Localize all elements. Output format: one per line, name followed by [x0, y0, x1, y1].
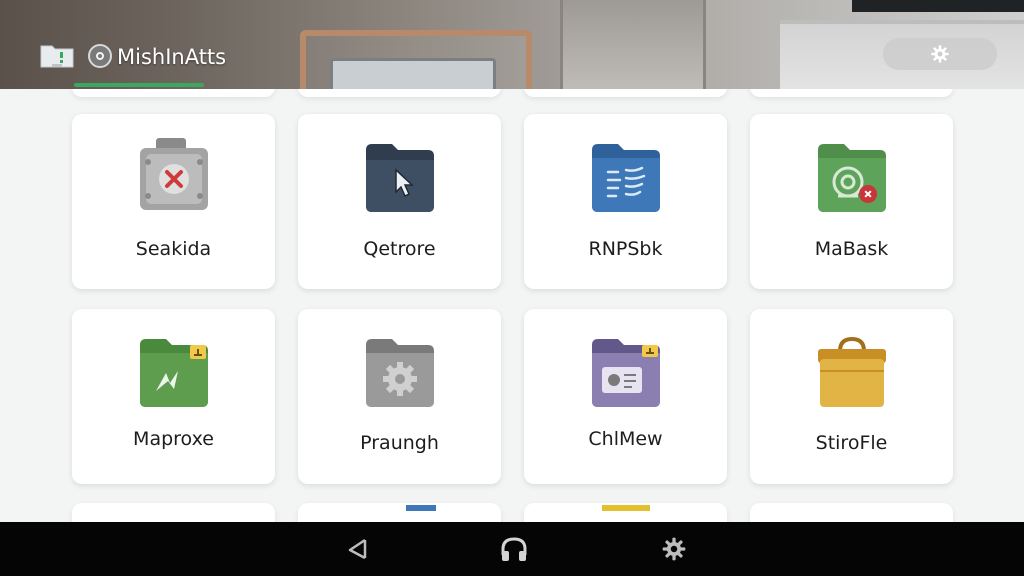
tile-label: ChlMew [588, 428, 663, 450]
headphones-home-icon [501, 537, 527, 561]
folder-tile[interactable]: Qetrore [298, 114, 501, 289]
gear-icon [931, 45, 949, 63]
folder-tile[interactable]: Maproxe [72, 309, 275, 484]
tile-label: MaBask [814, 238, 889, 260]
folder-app-icon[interactable] [40, 42, 74, 68]
home-button[interactable] [498, 534, 530, 564]
gear-icon [662, 537, 686, 561]
tile-label: Seakida [135, 238, 212, 260]
app-header: MishInAtts [0, 0, 1024, 89]
tile-partial[interactable] [72, 503, 275, 522]
folder-tile[interactable]: MaBask [750, 114, 953, 289]
tile-partial[interactable] [298, 89, 501, 97]
settings-nav-button[interactable] [658, 534, 690, 564]
folder-tile[interactable]: RNPSbk [524, 114, 727, 289]
settings-button[interactable] [883, 38, 997, 70]
tile-partial[interactable] [524, 503, 727, 522]
folder-tile[interactable]: ChlMew [524, 309, 727, 484]
active-tab-indicator [74, 83, 204, 87]
background-tv [852, 0, 1024, 12]
navigation-bar [0, 522, 1024, 576]
folder-tile[interactable]: Praungh [298, 309, 501, 484]
camera-circle-icon [88, 44, 112, 68]
tile-partial[interactable] [298, 503, 501, 522]
tile-label: StiroFle [815, 432, 888, 454]
gray-folder-gear-icon [366, 339, 434, 407]
gray-folder-x-icon [140, 138, 208, 210]
yellow-box-folder-icon [818, 336, 886, 407]
back-triangle-icon [348, 538, 367, 560]
background-window [560, 0, 706, 89]
tile-label: Maproxe [133, 428, 214, 450]
tile-partial[interactable] [72, 89, 275, 97]
blue-folder-lines-icon [592, 144, 660, 212]
green-folder-arrows-icon [140, 339, 208, 407]
tile-partial[interactable] [750, 89, 953, 97]
background-laptop [330, 58, 496, 89]
dark-folder-cursor-icon [366, 144, 434, 212]
purple-folder-card-icon [592, 339, 660, 407]
tile-label: Praungh [360, 432, 439, 454]
back-button[interactable] [342, 534, 374, 564]
green-folder-badge-icon [818, 144, 886, 212]
partial-folder-icon [406, 505, 436, 511]
app-title: MishInAtts [117, 45, 227, 69]
tile-partial[interactable] [750, 503, 953, 522]
folder-grid: Seakida Qetrore RNPSbk MaBask Maproxe Pr… [0, 89, 1024, 522]
folder-tile[interactable]: Seakida [72, 114, 275, 289]
tile-label: RNPSbk [588, 238, 663, 260]
partial-folder-icon [602, 505, 650, 511]
tile-partial[interactable] [524, 89, 727, 97]
folder-tile[interactable]: StiroFle [750, 309, 953, 484]
tile-label: Qetrore [363, 238, 436, 260]
